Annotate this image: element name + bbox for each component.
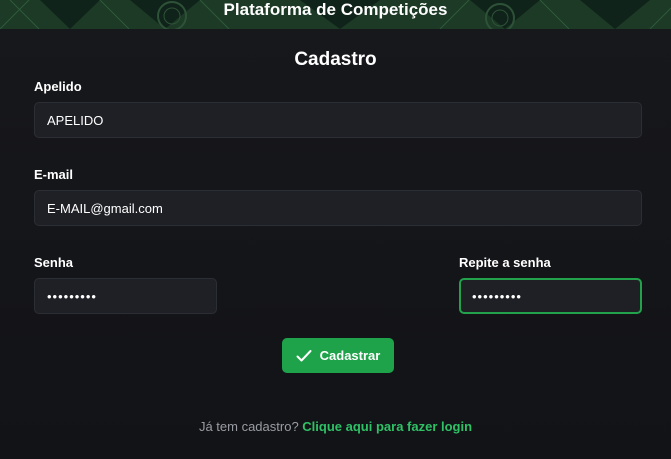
page-header-title: Plataforma de Competições [223, 0, 448, 19]
register-button[interactable]: Cadastrar [282, 338, 394, 373]
login-link[interactable]: Clique aqui para fazer login [302, 419, 472, 434]
login-prompt-text: Já tem cadastro? [198, 419, 299, 434]
password-input[interactable] [34, 278, 217, 314]
signup-page: Plataforma de Competições Cadastro Apeli… [0, 0, 671, 459]
confirm-password-label: Repite a senha [459, 255, 551, 270]
login-prompt: Já tem cadastro? Clique aqui para fazer … [0, 419, 671, 434]
password-label: Senha [34, 255, 74, 270]
check-icon [296, 349, 312, 361]
email-label: E-mail [34, 167, 74, 182]
nickname-label: Apelido [34, 79, 82, 94]
register-button-label: Cadastrar [319, 348, 381, 363]
form-title: Cadastro [294, 49, 377, 70]
nickname-input[interactable] [34, 102, 642, 138]
header-banner: Plataforma de Competições [0, 0, 671, 29]
confirm-password-input[interactable] [459, 278, 642, 314]
email-input[interactable] [34, 190, 642, 226]
